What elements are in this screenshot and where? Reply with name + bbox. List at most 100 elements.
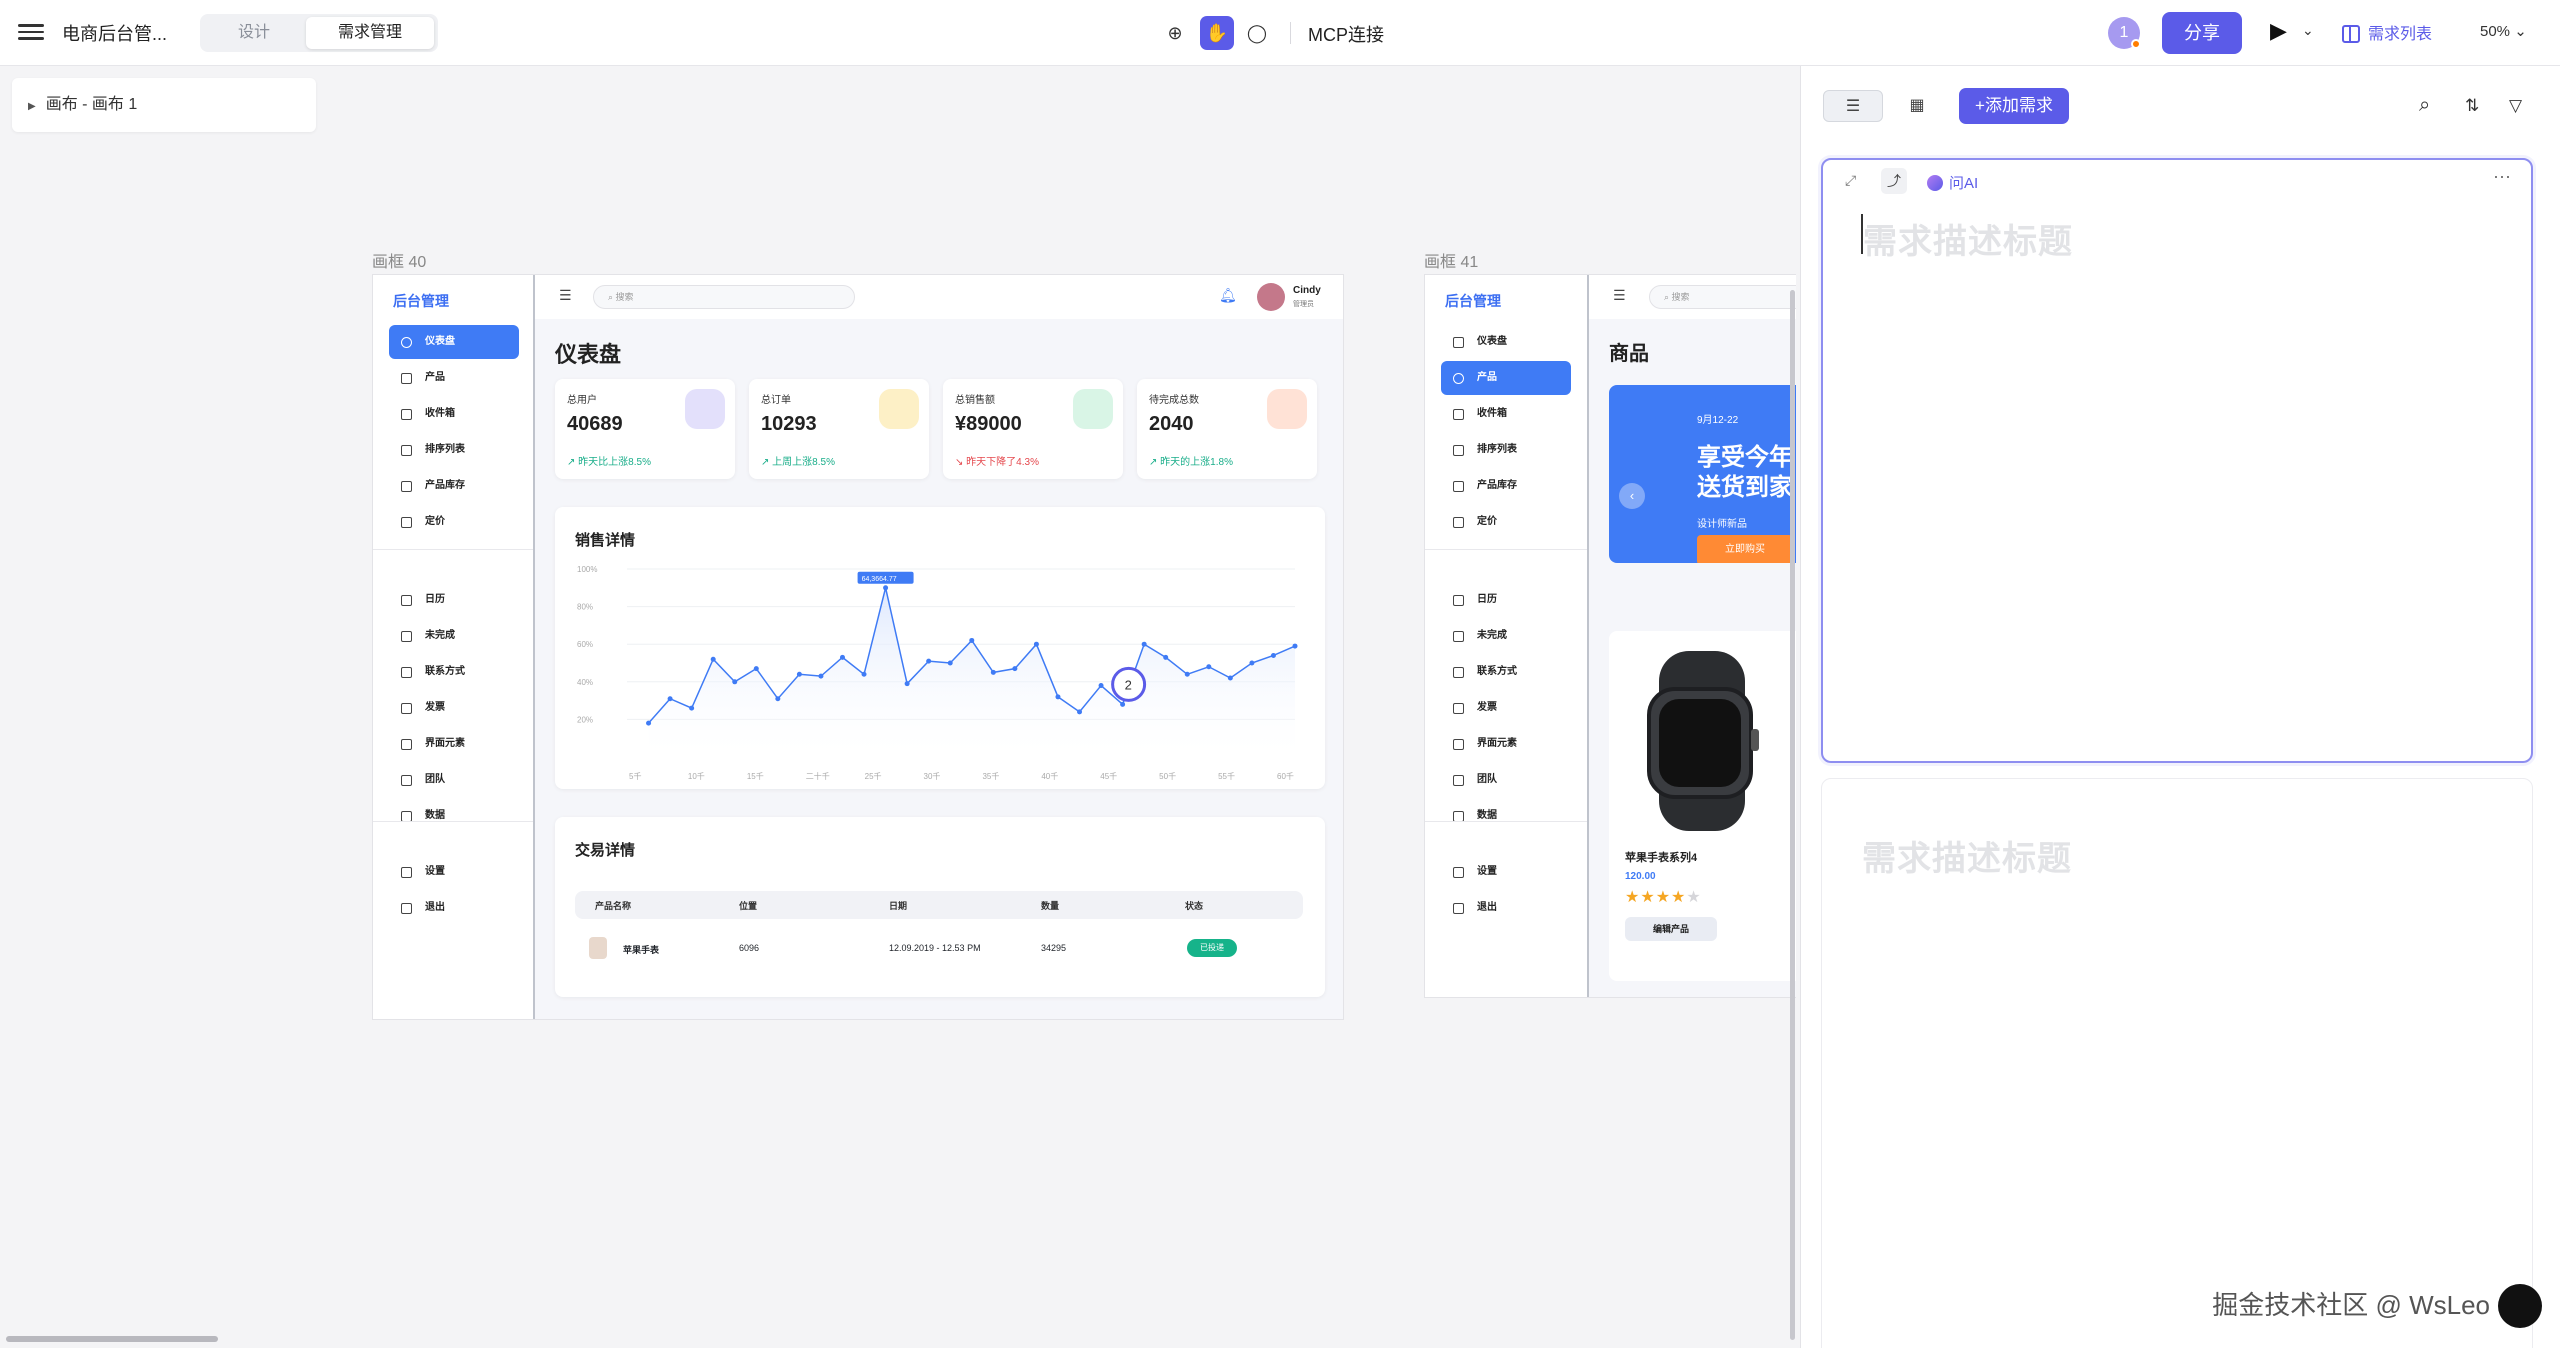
sidebar-item[interactable]: 退出 xyxy=(1441,891,1571,925)
data-point[interactable] xyxy=(1184,671,1190,677)
zoom-select[interactable]: 50% ⌄ xyxy=(2480,22,2527,40)
sidebar-item[interactable]: 排序列表 xyxy=(1441,433,1571,467)
data-point[interactable] xyxy=(883,585,889,591)
filter-icon[interactable]: ▽ xyxy=(2509,96,2522,116)
vertical-scrollbar[interactable] xyxy=(1790,290,1795,1340)
data-point[interactable] xyxy=(753,666,759,672)
data-point[interactable] xyxy=(1098,683,1104,689)
sidebar-item[interactable]: 仪表盘 xyxy=(389,325,519,359)
data-point[interactable] xyxy=(1141,641,1147,647)
sidebar-item[interactable]: 仪表盘 xyxy=(1441,325,1571,359)
data-point[interactable] xyxy=(796,671,802,677)
caret-right-icon[interactable]: ▶ xyxy=(28,101,36,112)
data-point[interactable] xyxy=(1206,664,1212,670)
sidebar-item[interactable]: 发票 xyxy=(389,691,519,725)
avatar[interactable] xyxy=(1257,283,1285,311)
share-button[interactable]: 分享 xyxy=(2162,12,2242,54)
sort-icon[interactable]: ⇅ xyxy=(2465,96,2479,116)
sidebar-item[interactable]: 团队 xyxy=(389,763,519,797)
table-row[interactable]: 苹果手表 6096 12.09.2019 - 12.53 PM 34295 已投递 xyxy=(575,933,1303,963)
horizontal-scrollbar[interactable] xyxy=(6,1336,218,1342)
hand-tool-icon[interactable]: ✋ xyxy=(1200,16,1234,50)
data-point[interactable] xyxy=(1292,643,1298,649)
data-point[interactable] xyxy=(1227,675,1233,681)
sidebar-item[interactable]: 界面元素 xyxy=(1441,727,1571,761)
chat-bubble-icon[interactable]: ◯ xyxy=(1240,16,1274,50)
data-point[interactable] xyxy=(710,656,716,662)
menu-icon[interactable]: ☰ xyxy=(1613,287,1626,304)
bell-icon[interactable]: 🔔︎ xyxy=(1219,287,1237,304)
sidebar-item[interactable]: 产品库存 xyxy=(1441,469,1571,503)
data-point[interactable] xyxy=(990,669,996,675)
sidebar-item[interactable]: 团队 xyxy=(1441,763,1571,797)
sidebar-item[interactable]: 发票 xyxy=(1441,691,1571,725)
product-card[interactable]: 苹果手表系列4 120.00 ★★★★★ 编辑产品 xyxy=(1609,631,1796,981)
frame-40[interactable]: 后台管理 仪表盘 产品 收件箱 排序列表 产品库存 定价 日历 未完成 联系方式 发票 界面元素 团队… xyxy=(372,274,1344,1020)
data-point[interactable] xyxy=(1077,709,1083,715)
edit-product-button[interactable]: 编辑产品 xyxy=(1625,917,1717,941)
data-point[interactable] xyxy=(1270,652,1276,658)
title-input[interactable]: 需求描述标题 xyxy=(1862,831,2072,880)
sidebar-item[interactable]: 定价 xyxy=(389,505,519,539)
sidebar-item[interactable]: 定价 xyxy=(1441,505,1571,539)
link-icon[interactable]: ⤴ xyxy=(1881,168,1907,194)
sidebar-item[interactable]: 设置 xyxy=(389,855,519,889)
sidebar-item[interactable]: 退出 xyxy=(389,891,519,925)
sidebar-item[interactable]: 联系方式 xyxy=(389,655,519,689)
sidebar-item[interactable]: 收件箱 xyxy=(389,397,519,431)
sidebar-item[interactable]: 产品 xyxy=(389,361,519,395)
search-icon[interactable]: ⌕ xyxy=(2419,94,2430,117)
data-point[interactable] xyxy=(732,679,738,685)
play-icon[interactable]: ▶ xyxy=(2270,18,2287,44)
table-view-icon[interactable]: ▦ xyxy=(1887,90,1947,122)
promo-banner[interactable]: ‹ 9月12-22 享受今年 送货到家 设计师新品 立即购买 xyxy=(1609,385,1796,563)
menu-icon[interactable]: ☰ xyxy=(559,287,572,304)
sidebar-item[interactable]: 数据 xyxy=(389,799,519,833)
collaborator-avatar[interactable]: 1 xyxy=(2108,17,2141,49)
sidebar-item[interactable]: 产品库存 xyxy=(389,469,519,503)
sidebar-item[interactable]: 产品 xyxy=(1441,361,1571,395)
layer-item[interactable]: ▶ 画布 - 画布 1 xyxy=(12,78,316,132)
data-point[interactable] xyxy=(904,681,910,687)
data-point[interactable] xyxy=(818,673,824,679)
data-point[interactable] xyxy=(839,654,845,660)
menu-icon[interactable] xyxy=(18,20,44,44)
list-view-icon[interactable]: ☰ xyxy=(1823,90,1883,122)
chevron-left-icon[interactable]: ‹ xyxy=(1619,483,1645,509)
project-name[interactable]: 电商后台管... xyxy=(62,20,167,46)
requirements-list-button[interactable]: 需求列表 xyxy=(2342,20,2432,44)
data-point[interactable] xyxy=(1012,666,1018,672)
more-icon[interactable]: ··· xyxy=(2493,166,2511,187)
sidebar-item[interactable]: 未完成 xyxy=(389,619,519,653)
data-point[interactable] xyxy=(947,660,953,666)
frame-41[interactable]: 后台管理 仪表盘 产品 收件箱 排序列表 产品库存 定价 日历 未完成 联系方式 发票 界面元素 团队… xyxy=(1424,274,1796,998)
data-point[interactable] xyxy=(775,696,781,702)
data-point[interactable] xyxy=(861,671,867,677)
requirement-card[interactable]: ⤢ ⤴ 问AI ··· 需求描述标题 优先级进度负责人日期标签 xyxy=(1821,158,2533,802)
sidebar-item[interactable]: 日历 xyxy=(1441,583,1571,617)
chevron-down-icon[interactable]: ⌄ xyxy=(2302,22,2314,39)
data-point[interactable] xyxy=(646,720,652,726)
data-point[interactable] xyxy=(926,658,932,664)
search-input[interactable]: ⌕ 搜索 xyxy=(1649,285,1796,309)
data-point[interactable] xyxy=(1120,701,1126,707)
requirement-card[interactable]: 需求描述标题 xyxy=(1821,778,2533,1348)
sidebar-item[interactable]: 界面元素 xyxy=(389,727,519,761)
buy-now-button[interactable]: 立即购买 xyxy=(1697,535,1793,563)
data-point[interactable] xyxy=(969,637,975,643)
data-point[interactable] xyxy=(1249,660,1255,666)
tab-requirements[interactable]: 需求管理 xyxy=(306,17,434,49)
ask-ai-button[interactable]: 问AI xyxy=(1927,172,1978,193)
data-point[interactable] xyxy=(1055,694,1061,700)
data-point[interactable] xyxy=(1163,654,1169,660)
sales-chart[interactable]: 100% 80% 60% 40% 20% 5千 10千 15千 二十千 25千 30千 35千 40千 4… xyxy=(555,557,1325,789)
expand-icon[interactable]: ⤢ xyxy=(1845,172,1856,189)
tab-design[interactable]: 设计 xyxy=(204,17,304,49)
mcp-connect-button[interactable]: MCP连接 xyxy=(1308,21,1384,47)
sidebar-item[interactable]: 收件箱 xyxy=(1441,397,1571,431)
sidebar-item[interactable]: 排序列表 xyxy=(389,433,519,467)
sidebar-item[interactable]: 未完成 xyxy=(1441,619,1571,653)
add-requirement-button[interactable]: +添加需求 xyxy=(1959,88,2069,124)
data-point[interactable] xyxy=(689,705,695,711)
sidebar-item[interactable]: 数据 xyxy=(1441,799,1571,833)
